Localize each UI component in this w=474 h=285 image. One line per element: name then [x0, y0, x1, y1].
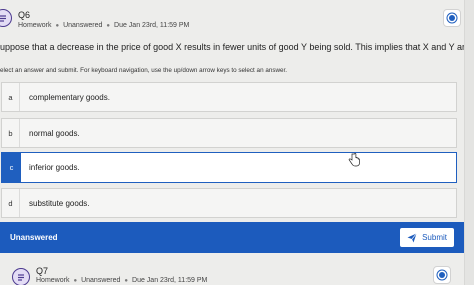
submit-label: Submit	[422, 233, 447, 242]
submit-button[interactable]: Submit	[400, 228, 454, 247]
answer-instructions: elect an answer and submit. For keyboard…	[0, 67, 288, 74]
separator-dot: ●	[73, 277, 78, 284]
separator-dot: ●	[124, 277, 129, 284]
answer-option-a[interactable]: a complementary goods.	[1, 82, 457, 112]
answer-footer-bar: Unanswered Submit	[0, 222, 464, 253]
answer-option-d[interactable]: d substitute goods.	[1, 188, 457, 218]
question-due-date: Due Jan 23rd, 11:59 PM	[114, 22, 190, 29]
hand-cursor-icon	[348, 153, 360, 167]
question-prompt: uppose that a decrease in the price of g…	[0, 42, 470, 52]
question-list-icon	[12, 268, 30, 285]
question-status: Unanswered	[63, 22, 103, 29]
question-list-icon	[0, 9, 12, 27]
option-letter: b	[2, 119, 20, 147]
paper-plane-icon	[407, 232, 417, 242]
question-meta: Homework ● Unanswered ● Due Jan 23rd, 11…	[36, 277, 207, 284]
answer-status: Unanswered	[10, 233, 58, 242]
option-text: inferior goods.	[29, 163, 80, 172]
answer-option-b[interactable]: b normal goods.	[1, 118, 457, 148]
separator-dot: ●	[106, 22, 111, 29]
question-title: Q7	[36, 266, 49, 276]
option-text: substitute goods.	[29, 198, 90, 208]
status-dot-icon[interactable]	[433, 266, 451, 284]
separator-dot: ●	[55, 22, 60, 29]
status-dot-icon[interactable]	[443, 9, 461, 27]
question-title: Q6	[18, 10, 31, 20]
scrollbar-track[interactable]	[464, 0, 474, 285]
question-type: Homework	[18, 22, 52, 29]
option-letter: d	[2, 189, 20, 217]
answer-option-c[interactable]: c inferior goods.	[1, 152, 457, 183]
question-type: Homework	[36, 277, 70, 284]
option-text: normal goods.	[29, 128, 80, 138]
question-meta: Homework ● Unanswered ● Due Jan 23rd, 11…	[18, 22, 189, 29]
option-text: complementary goods.	[29, 92, 110, 102]
question-due-date: Due Jan 23rd, 11:59 PM	[132, 277, 208, 284]
option-letter: c	[2, 153, 21, 182]
option-letter: a	[2, 83, 20, 111]
question-status: Unanswered	[81, 277, 121, 284]
